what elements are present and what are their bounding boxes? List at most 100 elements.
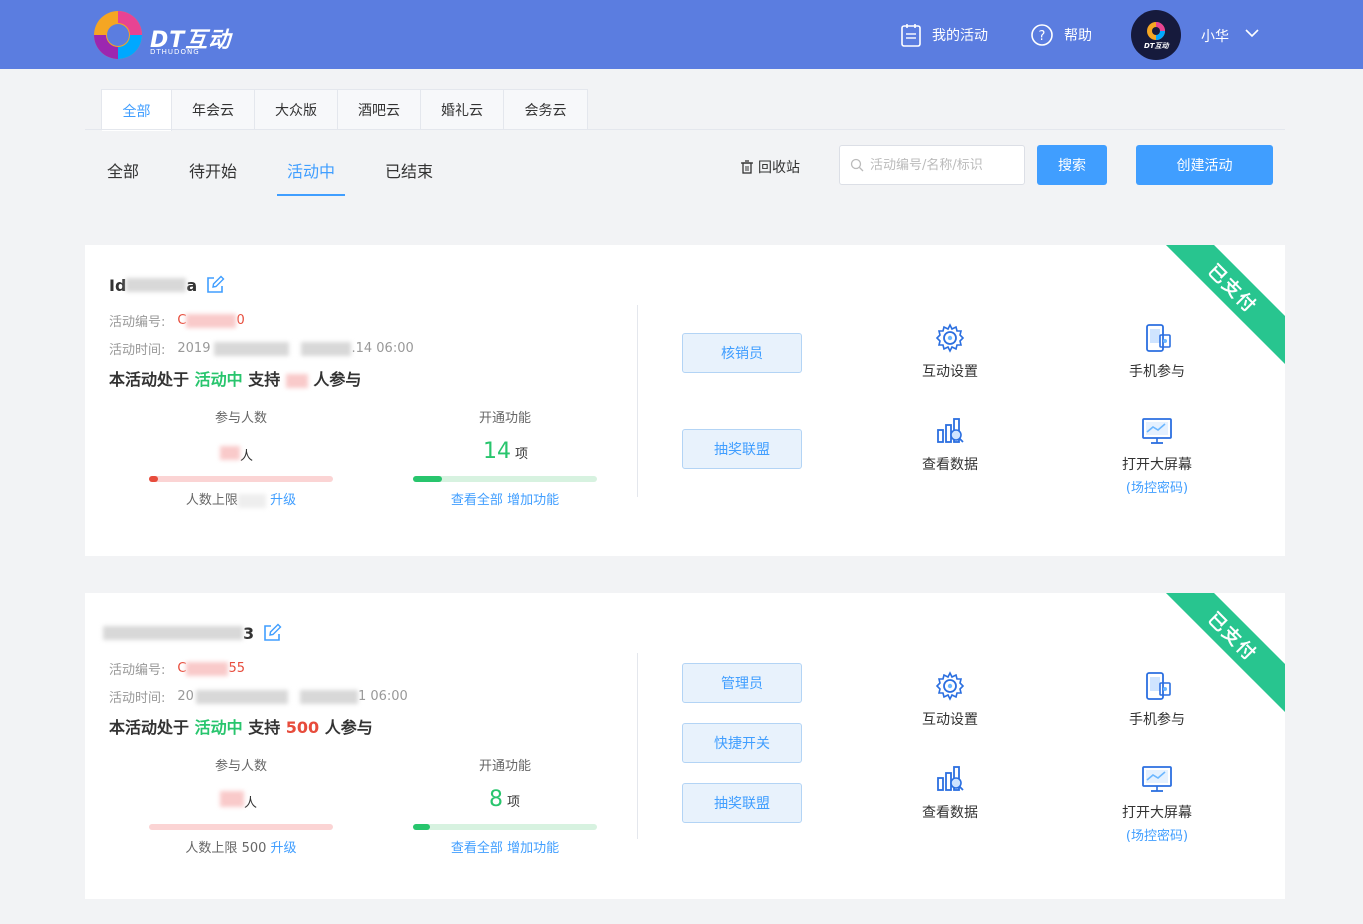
participants-redacted — [220, 446, 240, 460]
svg-text:?: ? — [1039, 29, 1046, 44]
activity-time-suffix: .14 06:00 — [351, 341, 414, 356]
participants-unit: 人 — [244, 796, 258, 811]
avatar[interactable]: DT互动 — [1131, 10, 1181, 60]
add-feature-link[interactable]: 增加功能 — [507, 493, 559, 508]
limit-redacted — [237, 493, 266, 508]
avatar-label: DT互动 — [1144, 42, 1169, 50]
status-suffix: 人参与 — [313, 370, 362, 389]
features-progress-fill — [413, 824, 430, 830]
features-links: 查看全部 增加功能 — [413, 489, 597, 508]
edit-icon[interactable] — [262, 623, 282, 643]
logo-mark-icon — [94, 11, 142, 59]
trash-icon — [741, 160, 753, 174]
my-activities-link[interactable]: 我的活动 — [900, 22, 988, 48]
category-tab-annual[interactable]: 年会云 — [172, 90, 255, 130]
features-count: 14 项 — [483, 439, 528, 464]
verifier-button[interactable]: 核销员 — [682, 333, 802, 373]
participants-value: 人 — [220, 445, 253, 464]
features-progress-fill — [413, 476, 443, 482]
add-feature-link[interactable]: 增加功能 — [507, 841, 559, 856]
participants-progress-bar — [149, 476, 333, 482]
recycle-bin-link[interactable]: 回收站 — [740, 157, 800, 177]
activity-time-label: 活动时间: — [109, 691, 166, 706]
mobile-join-button[interactable]: 手机参与 — [1097, 671, 1217, 729]
quick-switch-button[interactable]: 快捷开关 — [682, 723, 802, 763]
interact-settings-button[interactable]: 互动设置 — [890, 671, 1010, 729]
limit-line: 人数上限 升级 — [149, 489, 333, 508]
view-data-label: 查看数据 — [922, 805, 978, 821]
status-tab-underline — [277, 194, 345, 196]
features-count-unit: 项 — [507, 795, 521, 810]
interact-settings-label: 互动设置 — [922, 712, 978, 728]
participants-progress-bar — [149, 824, 333, 830]
activity-title: 3 — [103, 623, 282, 643]
user-name[interactable]: 小华 — [1201, 26, 1229, 46]
category-tab-conference[interactable]: 会务云 — [504, 90, 587, 130]
search-button[interactable]: 搜索 — [1037, 145, 1107, 185]
category-tabs: 全部 年会云 大众版 酒吧云 婚礼云 会务云 — [101, 89, 588, 131]
clipboard-icon — [901, 24, 921, 47]
features-count: 8项 — [489, 787, 520, 812]
open-big-screen-button[interactable]: 打开大屏幕 (场控密码) — [1097, 764, 1217, 844]
status-mid: 支持 — [248, 718, 281, 737]
bar-chart-icon — [937, 418, 964, 443]
status-prefix: 本活动处于 — [109, 370, 190, 389]
time-redacted — [214, 341, 290, 356]
category-tab-public[interactable]: 大众版 — [255, 90, 338, 130]
activity-code-suffix: 0 — [236, 313, 245, 328]
lottery-alliance-button[interactable]: 抽奖联盟 — [682, 429, 802, 469]
open-big-screen-button[interactable]: 打开大屏幕 (场控密码) — [1097, 416, 1217, 496]
view-data-button[interactable]: 查看数据 — [890, 764, 1010, 822]
help-label: 帮助 — [1064, 28, 1092, 44]
edit-icon[interactable] — [205, 275, 225, 295]
status-mid: 支持 — [248, 370, 281, 389]
features-count-value: 8 — [489, 787, 503, 812]
time-redacted — [299, 689, 358, 704]
upgrade-link[interactable]: 升级 — [270, 493, 296, 508]
status-tab-active[interactable]: 活动中 — [287, 158, 335, 182]
interact-settings-button[interactable]: 互动设置 — [890, 323, 1010, 381]
category-tab-bar[interactable]: 酒吧云 — [338, 90, 421, 130]
create-activity-button[interactable]: 创建活动 — [1136, 145, 1273, 185]
view-data-button[interactable]: 查看数据 — [890, 416, 1010, 474]
status-prefix: 本活动处于 — [109, 718, 190, 737]
activity-status-line: 本活动处于 活动中 支持 500 人参与 — [109, 714, 373, 738]
screen-code-link[interactable]: (场控密码) — [1097, 477, 1217, 496]
activity-title-prefix: Id — [109, 275, 127, 295]
participants-progress-fill — [149, 476, 159, 482]
logo-subtext: DTHUDONG — [150, 48, 200, 56]
status-tab-ended[interactable]: 已结束 — [385, 158, 433, 182]
open-big-screen-label: 打开大屏幕 — [1122, 805, 1192, 821]
participants-value: 人 — [220, 791, 257, 811]
chevron-down-icon[interactable] — [1245, 28, 1259, 38]
search-input[interactable] — [870, 157, 1020, 173]
upgrade-link[interactable]: 升级 — [271, 841, 297, 856]
view-all-link[interactable]: 查看全部 — [451, 493, 503, 508]
lottery-alliance-button[interactable]: 抽奖联盟 — [682, 783, 802, 823]
time-redacted — [301, 341, 352, 356]
monitor-icon — [1142, 418, 1172, 444]
activity-time-prefix: 20 — [177, 689, 194, 704]
category-tab-all[interactable]: 全部 — [102, 90, 172, 131]
screen-code-link[interactable]: (场控密码) — [1097, 825, 1217, 844]
help-link[interactable]: ? 帮助 — [1030, 22, 1092, 48]
participants-unit: 人 — [240, 449, 254, 464]
status-value: 活动中 — [194, 718, 243, 737]
mobile-join-button[interactable]: 手机参与 — [1097, 323, 1217, 381]
monitor-icon — [1142, 766, 1172, 792]
status-count-redacted — [285, 373, 308, 388]
status-tab-pending[interactable]: 待开始 — [189, 158, 237, 182]
view-all-link[interactable]: 查看全部 — [451, 841, 503, 856]
status-tab-all[interactable]: 全部 — [107, 158, 139, 182]
activity-time-prefix: 2019 — [177, 341, 211, 356]
gear-icon — [935, 671, 965, 701]
logo[interactable]: DT互动 DTHUDONG — [92, 8, 237, 62]
activity-time-suffix: 1 06:00 — [357, 689, 408, 704]
open-big-screen-label: 打开大屏幕 — [1122, 457, 1192, 473]
category-tab-wedding[interactable]: 婚礼云 — [421, 90, 504, 130]
activity-title-suffix: 3 — [243, 623, 255, 643]
admin-button[interactable]: 管理员 — [682, 663, 802, 703]
participants-redacted — [220, 791, 244, 807]
activity-code-redacted — [186, 313, 237, 328]
activity-code-redacted — [186, 661, 229, 676]
